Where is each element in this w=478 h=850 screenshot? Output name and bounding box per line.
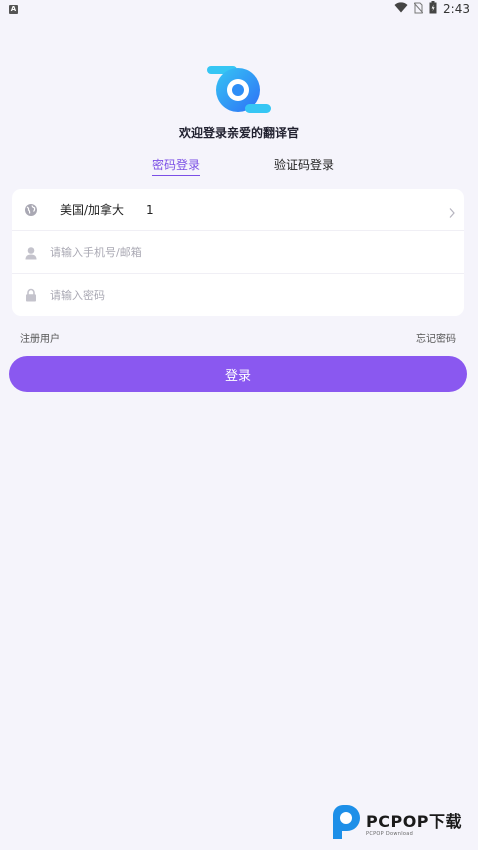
app-logo: [205, 64, 273, 118]
watermark-sub: PCPOP Download: [366, 830, 414, 837]
country-selector[interactable]: 美国/加拿大 1: [12, 189, 464, 231]
status-time: 2:43: [443, 2, 470, 16]
password-row: [12, 274, 464, 316]
globe-icon: [24, 203, 38, 217]
login-form-card: 美国/加拿大 1: [12, 189, 464, 316]
tab-code-login[interactable]: 验证码登录: [274, 156, 334, 175]
tab-password-login[interactable]: 密码登录: [152, 156, 201, 176]
chevron-right-icon: [448, 204, 456, 223]
password-input[interactable]: [50, 284, 440, 306]
battery-icon: [429, 1, 437, 17]
register-link[interactable]: 注册用户: [20, 330, 60, 345]
phone-email-input[interactable]: [50, 241, 440, 264]
country-name: 美国/加拿大: [60, 203, 125, 217]
user-icon: [24, 246, 38, 260]
status-left: A: [9, 4, 18, 14]
login-tabs: 密码登录 验证码登录: [0, 156, 478, 176]
status-right: 2:43: [394, 1, 470, 17]
phone-email-row: [12, 232, 464, 274]
welcome-title: 欢迎登录亲爱的翻译官: [178, 126, 299, 140]
login-button[interactable]: 登录: [9, 356, 467, 392]
watermark-main: PCPOP下载: [366, 811, 463, 831]
watermark-text: PCPOP下载 PCPOP Download: [366, 811, 463, 838]
pcpop-watermark: PCPOP下载 PCPOP Download: [330, 805, 476, 845]
notification-badge-icon: A: [9, 4, 18, 14]
no-sim-icon: [413, 2, 424, 17]
forgot-password-link[interactable]: 忘记密码: [416, 330, 456, 345]
wifi-icon: [394, 2, 408, 16]
lock-icon: [24, 288, 38, 302]
status-bar: A 2:43: [0, 0, 478, 18]
pcpop-logo-icon: [330, 805, 362, 845]
country-code: 1: [146, 202, 154, 217]
